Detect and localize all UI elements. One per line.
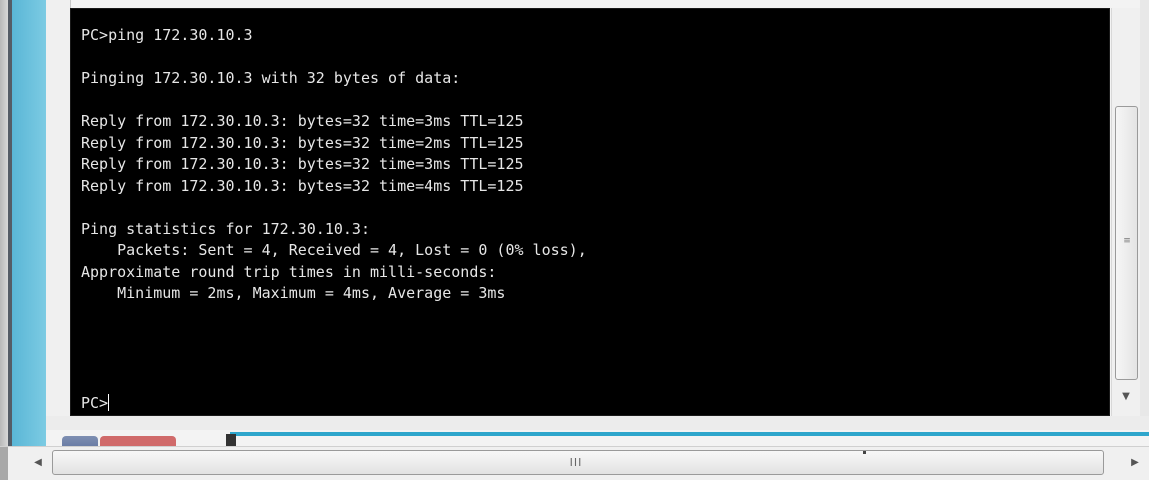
background-device-icon bbox=[100, 436, 176, 446]
text-cursor bbox=[108, 394, 110, 411]
terminal-line: Reply from 172.30.10.3: bytes=32 time=4m… bbox=[81, 176, 524, 195]
grip-icon: ≡ bbox=[1123, 236, 1131, 246]
terminal-line: Approximate round trip times in milli-se… bbox=[81, 262, 497, 281]
terminal-inner-border bbox=[46, 0, 71, 430]
horizontal-scrollbar[interactable]: ◀ III ▶ bbox=[0, 446, 1149, 480]
window-frame-right bbox=[1140, 0, 1149, 430]
scroll-down-arrow-icon[interactable]: ▼ bbox=[1119, 390, 1133, 404]
vertical-scrollbar[interactable]: ≡ ▼ bbox=[1111, 8, 1141, 416]
scroll-left-arrow-icon[interactable]: ◀ bbox=[30, 455, 46, 471]
terminal-line: Reply from 172.30.10.3: bytes=32 time=2m… bbox=[81, 133, 524, 152]
terminal-line: PC>ping 172.30.10.3 bbox=[81, 26, 253, 44]
terminal-line: Minimum = 2ms, Maximum = 4ms, Average = … bbox=[81, 284, 506, 302]
window-bottom-strip bbox=[46, 416, 1149, 430]
window-frame-left bbox=[0, 0, 8, 455]
terminal-line: Reply from 172.30.10.3: bytes=32 time=3m… bbox=[81, 112, 524, 130]
command-prompt[interactable]: PC> bbox=[81, 394, 110, 412]
terminal-line: Pinging 172.30.10.3 with 32 bytes of dat… bbox=[81, 69, 461, 87]
vertical-scrollbar-thumb[interactable]: ≡ bbox=[1115, 106, 1138, 380]
scroll-right-arrow-icon[interactable]: ▶ bbox=[1128, 455, 1142, 471]
window-frame-corner bbox=[0, 447, 8, 480]
command-prompt-window: PC>ping 172.30.10.3 Pinging 172.30.10.3 … bbox=[0, 0, 1149, 480]
window-frame-accent bbox=[12, 0, 46, 455]
horizontal-scrollbar-thumb[interactable]: III bbox=[52, 450, 1104, 475]
terminal-line: Packets: Sent = 4, Received = 4, Lost = … bbox=[81, 241, 587, 259]
terminal-output[interactable]: PC>ping 172.30.10.3 Pinging 172.30.10.3 … bbox=[70, 8, 1110, 416]
prompt-text: PC> bbox=[81, 394, 109, 412]
accent-line bbox=[230, 432, 1149, 436]
terminal-line: Ping statistics for 172.30.10.3: bbox=[81, 219, 370, 238]
background-device-icon bbox=[62, 436, 98, 446]
grip-icon: III bbox=[569, 456, 583, 469]
background-device-icon bbox=[226, 434, 236, 446]
terminal-line: Reply from 172.30.10.3: bytes=32 time=3m… bbox=[81, 155, 524, 173]
marker-dot bbox=[863, 451, 866, 454]
